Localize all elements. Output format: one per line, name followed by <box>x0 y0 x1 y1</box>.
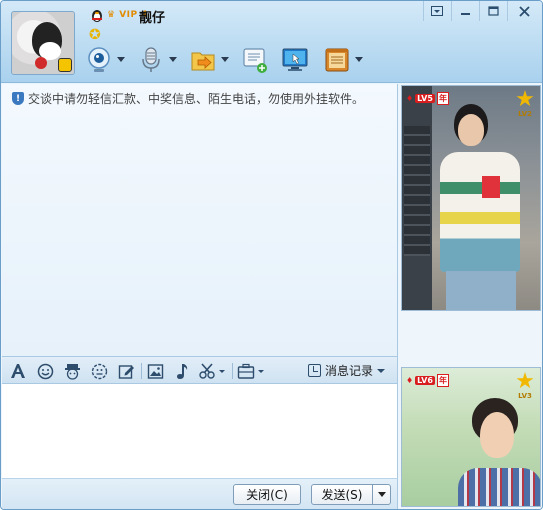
file-dropdown-arrow-icon[interactable] <box>221 57 229 62</box>
minimize-icon <box>460 13 470 15</box>
file-transfer-icon[interactable] <box>189 45 217 75</box>
person-face <box>458 114 484 146</box>
maximize-button[interactable] <box>479 1 506 21</box>
minimize-button[interactable] <box>451 1 478 21</box>
remote-assistance-icon[interactable] <box>281 45 309 75</box>
message-record-label: 消息记录 <box>324 364 373 378</box>
person2-face <box>480 412 514 458</box>
close-window-button[interactable] <box>507 1 541 21</box>
qq-penguin-status-icon[interactable] <box>89 7 105 23</box>
contact-name[interactable]: 靓仔 <box>139 7 165 26</box>
diamond-icon: ♦ <box>406 94 414 103</box>
doodle-icon[interactable] <box>116 361 136 381</box>
app-dropdown-arrow-icon[interactable] <box>355 57 363 62</box>
toolbar-separator <box>141 363 142 379</box>
close-icon <box>519 5 530 17</box>
music-icon[interactable] <box>172 361 192 381</box>
crown-icon: ♛ <box>107 10 116 20</box>
person-shirt-pocket <box>482 176 500 198</box>
gold-star-icon: ★ <box>515 369 535 394</box>
send-options-dropdown-icon[interactable] <box>372 484 391 505</box>
video-call-icon[interactable] <box>85 45 113 75</box>
font-icon[interactable] <box>8 361 28 381</box>
menu-dropdown-icon <box>431 6 443 16</box>
shield-info-icon: ! <box>12 92 24 105</box>
show1-star-badge[interactable]: ★ LV2 <box>514 87 536 119</box>
qq-penguin-badge-icon <box>58 58 72 72</box>
qq-chat-window: ♛ VIP 4 靓仔 ✪ ! 交谈中请勿轻信汇款、中奖信息、陌生电话，勿使用外挂… <box>0 0 543 510</box>
screenshot-icon[interactable] <box>198 361 226 381</box>
message-history-area[interactable]: ! 交谈中请勿轻信汇款、中奖信息、陌生电话，勿使用外挂软件。 <box>2 84 398 356</box>
message-record-dropdown-icon <box>377 368 385 373</box>
security-notice: ! 交谈中请勿轻信汇款、中奖信息、陌生电话，勿使用外挂软件。 <box>12 90 364 107</box>
window-menu-button[interactable] <box>423 1 450 21</box>
person2-plaid-shirt <box>458 468 540 506</box>
gold-star-icon: ★ <box>515 87 535 112</box>
show2-star-badge[interactable]: ★ LV3 <box>514 369 536 401</box>
input-toolbar: 消息记录 <box>2 356 398 384</box>
create-discussion-icon[interactable] <box>241 45 269 75</box>
bottom-button-bar: 关闭(C) 发送(S) <box>2 478 398 509</box>
show2-level-badge[interactable]: ♦ LV6 年 <box>406 374 449 387</box>
show1-year-badge: 年 <box>436 92 449 105</box>
message-input-area[interactable] <box>2 384 398 478</box>
magic-face-icon[interactable] <box>62 361 82 381</box>
maximize-icon <box>487 6 499 16</box>
app-box-icon[interactable] <box>323 45 351 75</box>
emoji-icon[interactable] <box>35 361 55 381</box>
history-clock-icon <box>307 364 321 377</box>
close-button[interactable]: 关闭(C) <box>233 484 301 505</box>
video-dropdown-arrow-icon[interactable] <box>117 57 125 62</box>
show1-level-badge[interactable]: ♦ LV5 年 <box>406 92 449 105</box>
contact-avatar[interactable] <box>11 11 75 75</box>
avatar-red-ball <box>35 57 47 69</box>
contact-show-image-top[interactable]: ♦ LV5 年 ★ LV2 <box>401 85 541 311</box>
star-level-icon[interactable]: ✪ <box>89 27 101 43</box>
security-notice-text: 交谈中请勿轻信汇款、中奖信息、陌生电话，勿使用外挂软件。 <box>28 92 365 106</box>
show-background-sign <box>404 126 430 256</box>
send-button[interactable]: 发送(S) <box>311 484 373 505</box>
voice-dropdown-arrow-icon[interactable] <box>169 57 177 62</box>
message-record-button[interactable]: 消息记录 <box>307 362 385 379</box>
show1-level: LV5 <box>415 94 435 103</box>
person-striped-shirt <box>440 152 520 272</box>
chat-header: ♛ VIP 4 靓仔 ✪ <box>1 1 542 83</box>
person-jeans <box>446 271 516 310</box>
contact-show-panel: ♦ LV5 年 ★ LV2 ♦ LV6 年 ★ LV3 <box>399 84 542 509</box>
shake-icon[interactable] <box>89 361 109 381</box>
toolbar-separator <box>232 363 233 379</box>
contact-show-image-bottom[interactable]: ♦ LV6 年 ★ LV3 <box>401 367 541 507</box>
image-icon[interactable] <box>145 361 165 381</box>
show2-year-badge: 年 <box>436 374 449 387</box>
more-apps-icon[interactable] <box>237 361 267 381</box>
show2-level: LV6 <box>415 376 435 385</box>
voice-call-icon[interactable] <box>137 45 165 75</box>
diamond-icon: ♦ <box>406 376 414 385</box>
